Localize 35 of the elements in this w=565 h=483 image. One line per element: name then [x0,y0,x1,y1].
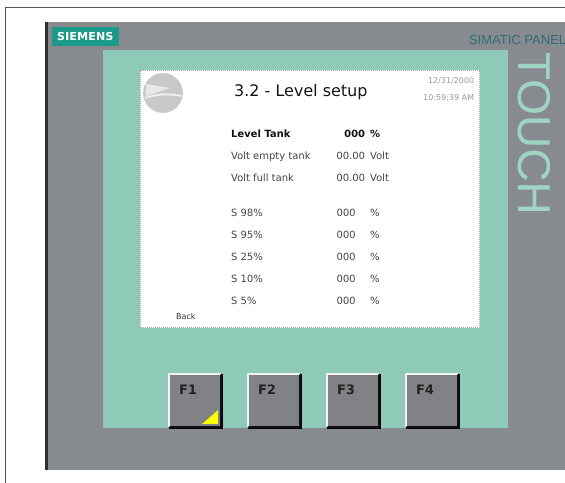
value-field[interactable]: 000 [327,230,365,240]
unit-label: % [369,230,381,240]
row-label: Volt full tank [231,172,295,184]
setpoint-label: S 25% [231,252,264,262]
row-label: Volt empty tank [231,150,312,162]
brand-logo: SIEMENS [52,26,119,46]
value-field[interactable]: 000 [327,128,365,140]
setpoint-label: S 98% [231,208,264,218]
function-key[interactable]: F1 [168,373,222,428]
function-key[interactable]: F4 [405,373,459,428]
setpoint-label: S 95% [231,230,264,240]
date-text: 12/31/2000 [428,76,474,85]
touch-label: TOUCH [511,52,557,215]
value-field[interactable]: 00.00 [327,150,365,162]
function-key[interactable]: F2 [247,373,301,428]
screen-title: 3.2 - Level setup [234,81,368,100]
unit-label: Volt [369,150,390,162]
setpoint-label: S 5% [231,296,258,306]
unit-label: % [369,128,382,140]
value-field[interactable]: 00.00 [327,172,365,184]
setpoint-label: S 10% [231,274,264,284]
value-field[interactable]: 000 [327,274,365,284]
logo-icon [142,72,184,114]
unit-label: Volt [369,172,390,184]
unit-label: % [369,252,381,262]
unit-label: % [369,296,381,306]
value-field[interactable]: 000 [327,296,365,306]
function-key[interactable]: F3 [326,373,380,428]
value-field[interactable]: 000 [327,252,365,262]
back-button[interactable]: Back [176,312,479,321]
row-label: Level Tank [231,128,292,140]
value-field[interactable]: 000 [327,208,365,218]
unit-label: % [369,208,381,218]
unit-label: % [369,274,381,284]
time-text: 10:59:39 AM [423,93,474,102]
